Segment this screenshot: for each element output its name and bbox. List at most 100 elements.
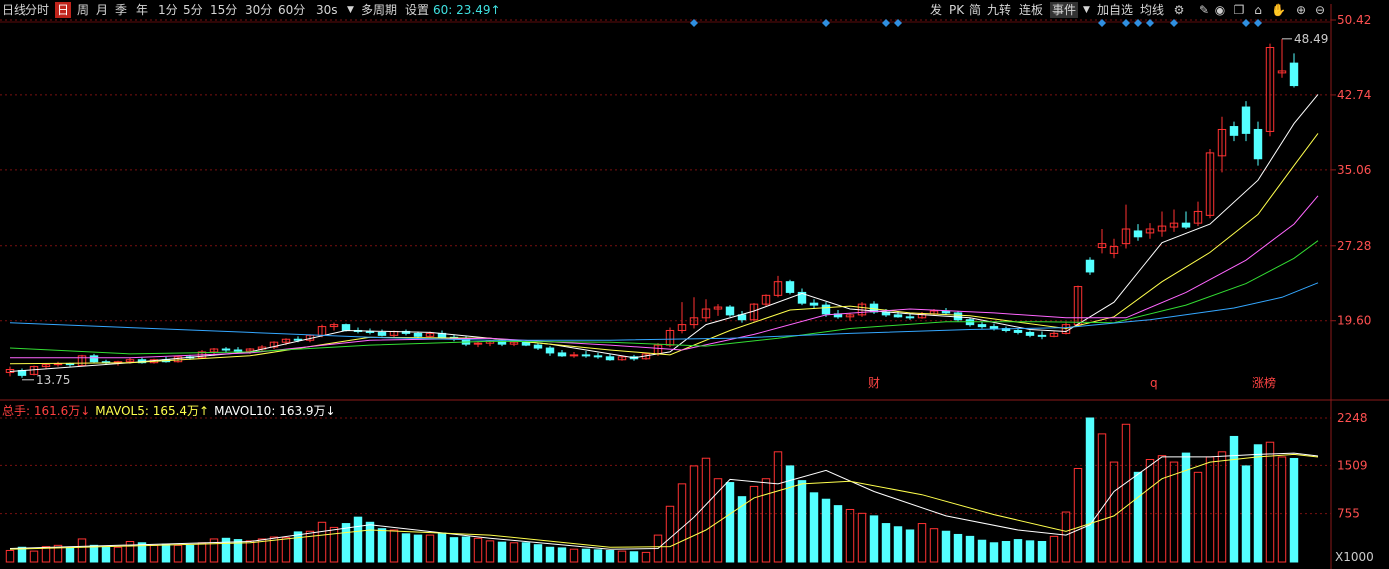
volume-bar-52 — [629, 551, 639, 563]
volume-bar-48 — [581, 548, 591, 563]
volume-bar-88 — [1061, 511, 1071, 563]
volume-bar-94 — [1133, 471, 1143, 563]
candle-93 — [1121, 204, 1131, 249]
volume-bar-28 — [341, 523, 351, 563]
volume-tick-label: 2248 — [1337, 411, 1368, 425]
volume-bar-79 — [953, 533, 963, 563]
volume-bar-82 — [989, 542, 999, 563]
volume-bar-15 — [185, 544, 195, 563]
candle-100 — [1205, 148, 1215, 219]
volume-legend-label-2: MAVOL10: — [214, 404, 280, 418]
volume-bar-66 — [797, 480, 807, 563]
event-diamond-icon — [1122, 19, 1130, 27]
volume-bar-36 — [437, 532, 447, 563]
candle-103 — [1241, 101, 1251, 142]
candle-106 — [1277, 38, 1287, 78]
volume-bar-13 — [161, 543, 171, 563]
volume-bar-100 — [1205, 456, 1215, 563]
candle-105 — [1265, 43, 1275, 137]
price-tick-label: 19.60 — [1337, 314, 1371, 328]
candle-36 — [437, 330, 447, 339]
candle-86 — [1037, 331, 1047, 340]
candle-97 — [1169, 209, 1179, 232]
volume-bar-75 — [905, 529, 915, 563]
candle-body — [65, 363, 75, 366]
volume-bar-20 — [245, 540, 255, 563]
volume-bar-68 — [821, 498, 831, 563]
candle-87 — [1049, 331, 1059, 338]
volume-bar-58 — [701, 457, 711, 563]
volume-bar-9 — [113, 546, 123, 563]
candle-body — [1289, 62, 1299, 87]
volume-bar-72 — [869, 515, 879, 563]
volume-bar-89 — [1073, 467, 1083, 563]
candle-body — [569, 354, 579, 357]
volume-bar-44 — [533, 544, 543, 563]
volume-bar-29 — [353, 516, 363, 563]
candle-96 — [1157, 211, 1167, 237]
candle-11 — [137, 357, 147, 364]
volume-bar-91 — [1097, 433, 1107, 563]
candle-body — [725, 306, 735, 316]
candle-body — [785, 281, 795, 293]
candle-57 — [689, 297, 699, 329]
volume-bar-0 — [5, 549, 15, 563]
candle-31 — [377, 329, 387, 337]
candle-63 — [761, 294, 771, 307]
volume-bar-39 — [473, 537, 483, 563]
candle-body — [365, 330, 375, 333]
volume-unit-label: X1000 — [1335, 550, 1374, 564]
candle-102 — [1229, 121, 1239, 142]
volume-bar-90 — [1085, 417, 1095, 563]
candle-107 — [1289, 53, 1299, 88]
candle-84 — [1013, 328, 1023, 335]
candle-body — [953, 312, 963, 321]
stock-chart[interactable]: 50.42 42.74 35.06 27.28 19.60 2248 1509 755 X100… — [0, 0, 1389, 569]
candle-98 — [1181, 211, 1191, 230]
volume-bar-3 — [41, 546, 51, 563]
volume-bar-70 — [845, 508, 855, 563]
volume-bar-86 — [1037, 541, 1047, 563]
candle-body — [581, 354, 591, 357]
candle-60 — [725, 305, 735, 317]
candle-body — [989, 326, 999, 330]
volume-legend-value-2: 163.9万↓ — [279, 404, 336, 418]
volume-bar-50 — [605, 549, 615, 563]
volume-bar-8 — [101, 546, 111, 563]
candle-59 — [713, 304, 723, 316]
candle-body — [605, 356, 615, 361]
candle-104 — [1253, 121, 1263, 166]
candle-body — [893, 314, 903, 318]
candle-50 — [605, 353, 615, 361]
candle-14 — [173, 355, 183, 363]
volume-bar-49 — [593, 549, 603, 563]
volume-bar-69 — [833, 505, 843, 563]
volume-bar-81 — [977, 539, 987, 563]
volume-bar-33 — [401, 533, 411, 563]
candle-46 — [557, 349, 567, 357]
volume-bar-41 — [497, 541, 507, 563]
volume-bar-55 — [665, 505, 675, 563]
candle-27 — [329, 322, 339, 331]
candle-body — [557, 352, 567, 357]
volume-bar-101 — [1217, 451, 1227, 563]
volume-bar-47 — [569, 548, 579, 563]
candle-95 — [1145, 223, 1155, 239]
candle-body — [1013, 329, 1023, 333]
candle-78 — [941, 308, 951, 315]
volume-bar-77 — [929, 528, 939, 563]
candle-1 — [17, 368, 27, 378]
candle-89 — [1073, 285, 1083, 326]
volume-bar-97 — [1169, 461, 1179, 563]
volume-bar-5 — [65, 546, 75, 563]
candle-3 — [41, 363, 51, 369]
price-tick-label: 42.74 — [1337, 88, 1371, 102]
volume-bar-93 — [1121, 423, 1131, 563]
candle-48 — [581, 350, 591, 358]
volume-bar-64 — [773, 451, 783, 563]
candle-4 — [53, 361, 63, 367]
volume-bar-21 — [257, 538, 267, 563]
candle-22 — [269, 341, 279, 350]
candle-body — [473, 342, 483, 345]
volume-bar-106 — [1277, 456, 1287, 563]
